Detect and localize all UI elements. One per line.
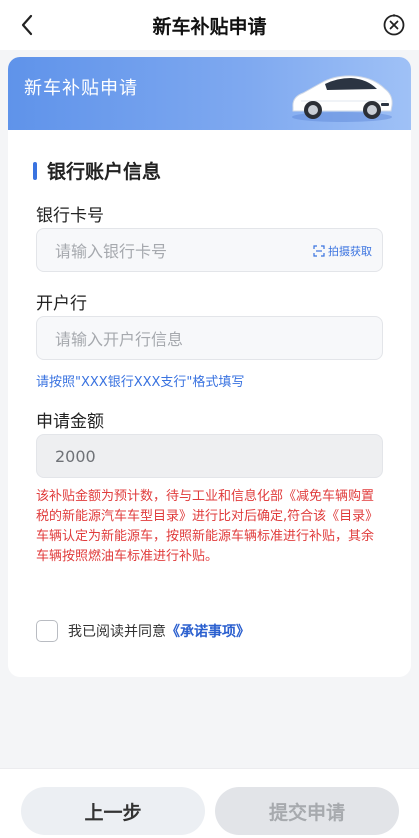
page-title: 新车补贴申请 — [152, 15, 267, 38]
top-nav-bar: 新车补贴申请 — [0, 0, 419, 50]
agreement-checkbox[interactable] — [36, 620, 58, 642]
agreement-text: 我已阅读并同意 — [68, 624, 166, 640]
scan-label: 拍摄获取 — [328, 245, 372, 258]
bank-branch-hint: 请按照"XXX银行XXX支行"格式填写 — [36, 375, 245, 390]
scan-button[interactable]: 拍摄获取 — [313, 243, 372, 259]
amount-field: 2000 — [36, 434, 383, 478]
car-image — [292, 75, 393, 122]
form-card: 新车补贴申请 银行账户信息 银行卡号 请输入银行卡号 拍摄获取 开户行 请输入开… — [8, 57, 411, 677]
agreement-link[interactable]: 《承诺事项》 — [166, 621, 250, 641]
submit-button[interactable]: 提交申请 — [215, 787, 399, 835]
bank-card-input[interactable]: 请输入银行卡号 拍摄获取 — [36, 228, 383, 272]
back-chevron-icon[interactable] — [14, 12, 40, 38]
footer-bar: 上一步 提交申请 — [0, 768, 419, 838]
bank-branch-placeholder: 请输入开户行信息 — [55, 330, 184, 349]
banner-title: 新车补贴申请 — [24, 78, 138, 99]
bank-card-label: 银行卡号 — [36, 206, 104, 226]
amount-notice: 该补贴金额为预计数，待与工业和信息化部《减免车辆购置税的新能源汽车车型目录》进行… — [36, 489, 379, 564]
amount-label: 申请金额 — [36, 412, 104, 432]
bank-card-placeholder: 请输入银行卡号 — [55, 242, 168, 261]
prev-step-button[interactable]: 上一步 — [21, 787, 205, 835]
bank-branch-label: 开户行 — [36, 294, 87, 314]
bank-branch-input[interactable]: 请输入开户行信息 — [36, 316, 383, 360]
section-header: 银行账户信息 — [33, 157, 161, 184]
banner: 新车补贴申请 — [8, 57, 411, 130]
section-accent-bar — [33, 161, 37, 180]
agreement-row: 我已阅读并同意 《承诺事项》 — [36, 620, 250, 642]
scan-icon — [313, 245, 325, 257]
section-title: 银行账户信息 — [47, 161, 162, 183]
amount-value: 2000 — [55, 446, 96, 466]
close-circle-icon[interactable] — [381, 12, 407, 38]
